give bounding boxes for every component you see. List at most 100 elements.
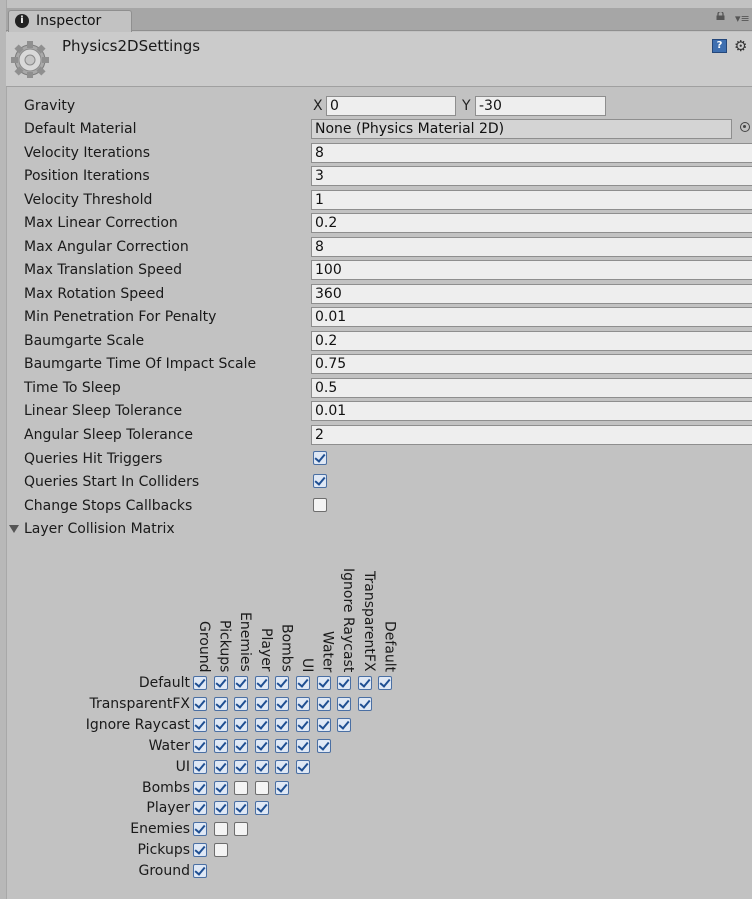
context-menu-icon[interactable]: ▾≡ bbox=[735, 12, 750, 25]
matrix-checkbox[interactable] bbox=[275, 676, 290, 690]
setting-value-field[interactable]: 1 bbox=[311, 190, 752, 210]
matrix-checkbox[interactable] bbox=[193, 738, 207, 753]
matrix-checkbox[interactable] bbox=[254, 759, 269, 774]
matrix-checkbox[interactable] bbox=[254, 676, 269, 690]
matrix-checkbox[interactable] bbox=[316, 676, 331, 690]
object-picker-icon[interactable] bbox=[740, 122, 750, 132]
setting-value-field[interactable]: 0.01 bbox=[311, 401, 752, 421]
matrix-checkbox[interactable] bbox=[296, 676, 310, 690]
matrix-checkbox[interactable] bbox=[193, 843, 207, 858]
help-book-icon[interactable]: ? bbox=[712, 39, 727, 53]
matrix-row-label: Ground bbox=[138, 863, 191, 880]
setting-value-field[interactable]: 8 bbox=[311, 237, 752, 257]
layer-collision-matrix-foldout[interactable]: Layer Collision Matrix bbox=[0, 519, 752, 541]
matrix-checkbox[interactable] bbox=[357, 696, 372, 711]
setting-value-field[interactable]: 8 bbox=[311, 143, 752, 163]
matrix-checkbox[interactable] bbox=[234, 696, 249, 711]
setting-label: Angular Sleep Tolerance bbox=[24, 427, 193, 443]
matrix-checkbox[interactable] bbox=[254, 801, 269, 816]
setting-value-field[interactable]: 3 bbox=[311, 166, 752, 186]
matrix-column-label: Water bbox=[317, 560, 337, 680]
matrix-checkbox[interactable] bbox=[193, 759, 207, 774]
setting-value-field[interactable]: 0.75 bbox=[311, 354, 752, 374]
matrix-checkbox[interactable] bbox=[296, 738, 310, 753]
matrix-checkbox[interactable] bbox=[213, 780, 228, 795]
setting-label: Position Iterations bbox=[24, 168, 150, 184]
matrix-checkbox[interactable] bbox=[254, 717, 269, 732]
matrix-checkbox[interactable] bbox=[193, 717, 207, 732]
matrix-checkbox[interactable] bbox=[213, 717, 228, 732]
toggle-checkbox[interactable] bbox=[313, 474, 327, 488]
matrix-checkbox[interactable] bbox=[296, 717, 310, 732]
toggle-row: Queries Start In Colliders bbox=[0, 472, 752, 494]
setting-value-field[interactable]: 360 bbox=[311, 284, 752, 304]
gravity-y-axis-label[interactable]: Y bbox=[462, 98, 471, 114]
setting-value-field[interactable]: 0.5 bbox=[311, 378, 752, 398]
matrix-checkbox[interactable] bbox=[234, 822, 249, 837]
setting-value-field[interactable]: 0.2 bbox=[311, 331, 752, 351]
matrix-checkbox[interactable] bbox=[193, 696, 207, 711]
matrix-checkbox[interactable] bbox=[213, 801, 228, 816]
default-material-field[interactable]: None (Physics Material 2D) bbox=[311, 119, 732, 139]
matrix-checkbox[interactable] bbox=[275, 717, 290, 732]
toggle-checkbox[interactable] bbox=[313, 451, 327, 465]
toggle-label: Change Stops Callbacks bbox=[24, 498, 193, 514]
matrix-checkbox[interactable] bbox=[275, 780, 290, 795]
matrix-checkbox[interactable] bbox=[234, 676, 249, 690]
matrix-checkbox[interactable] bbox=[337, 696, 352, 711]
matrix-checkbox[interactable] bbox=[213, 738, 228, 753]
matrix-column-label: Player bbox=[255, 560, 275, 680]
matrix-checkbox[interactable] bbox=[316, 738, 331, 753]
matrix-checkbox[interactable] bbox=[316, 696, 331, 711]
setting-label: Velocity Iterations bbox=[24, 145, 151, 161]
matrix-checkbox[interactable] bbox=[234, 759, 249, 774]
matrix-checkbox[interactable] bbox=[234, 717, 249, 732]
matrix-checkbox[interactable] bbox=[193, 864, 207, 879]
matrix-checkbox[interactable] bbox=[193, 676, 207, 690]
matrix-checkbox[interactable] bbox=[296, 696, 310, 711]
setting-value-field[interactable]: 2 bbox=[311, 425, 752, 445]
setting-value-field[interactable]: 0.01 bbox=[311, 307, 752, 327]
matrix-column-label: Pickups bbox=[214, 560, 234, 680]
gravity-x-field[interactable]: 0 bbox=[326, 96, 456, 116]
matrix-column-text: Default bbox=[381, 620, 398, 672]
foldout-label: Layer Collision Matrix bbox=[24, 521, 175, 537]
matrix-checkbox[interactable] bbox=[213, 843, 228, 858]
matrix-column-label: Enemies bbox=[234, 560, 254, 680]
matrix-checkbox[interactable] bbox=[193, 780, 207, 795]
foldout-arrow-icon[interactable] bbox=[9, 525, 19, 533]
matrix-checkbox[interactable] bbox=[234, 780, 249, 795]
matrix-checkbox[interactable] bbox=[213, 676, 228, 690]
setting-value-field[interactable]: 100 bbox=[311, 260, 752, 280]
matrix-checkbox[interactable] bbox=[213, 822, 228, 837]
matrix-checkbox[interactable] bbox=[234, 801, 249, 816]
lock-icon[interactable] bbox=[716, 12, 725, 20]
matrix-checkbox[interactable] bbox=[357, 676, 372, 690]
setting-value-field[interactable]: 0.2 bbox=[311, 213, 752, 233]
setting-label: Min Penetration For Penalty bbox=[24, 309, 217, 325]
matrix-checkbox[interactable] bbox=[316, 717, 331, 732]
matrix-checkbox[interactable] bbox=[254, 738, 269, 753]
setting-label: Baumgarte Scale bbox=[24, 333, 145, 349]
matrix-checkbox[interactable] bbox=[337, 717, 352, 732]
matrix-checkbox[interactable] bbox=[275, 759, 290, 774]
matrix-checkbox[interactable] bbox=[378, 676, 393, 690]
gravity-x-axis-label[interactable]: X bbox=[313, 98, 323, 114]
tab-inspector[interactable]: i Inspector bbox=[8, 10, 132, 32]
matrix-checkbox[interactable] bbox=[296, 759, 310, 774]
matrix-checkbox[interactable] bbox=[234, 738, 249, 753]
matrix-checkbox[interactable] bbox=[193, 801, 207, 816]
matrix-checkbox[interactable] bbox=[254, 780, 269, 795]
toggle-checkbox[interactable] bbox=[313, 498, 327, 512]
matrix-checkbox[interactable] bbox=[254, 696, 269, 711]
gravity-y-field[interactable]: -30 bbox=[475, 96, 606, 116]
matrix-checkbox[interactable] bbox=[193, 822, 207, 837]
matrix-checkbox[interactable] bbox=[275, 738, 290, 753]
matrix-checkbox[interactable] bbox=[337, 676, 352, 690]
matrix-checkbox[interactable] bbox=[213, 759, 228, 774]
matrix-checkbox[interactable] bbox=[213, 696, 228, 711]
matrix-checkbox[interactable] bbox=[275, 696, 290, 711]
gear-icon[interactable]: ⚙ bbox=[734, 37, 747, 55]
setting-row: Velocity Iterations 8 bbox=[0, 143, 752, 165]
setting-row: Min Penetration For Penalty 0.01 bbox=[0, 307, 752, 329]
